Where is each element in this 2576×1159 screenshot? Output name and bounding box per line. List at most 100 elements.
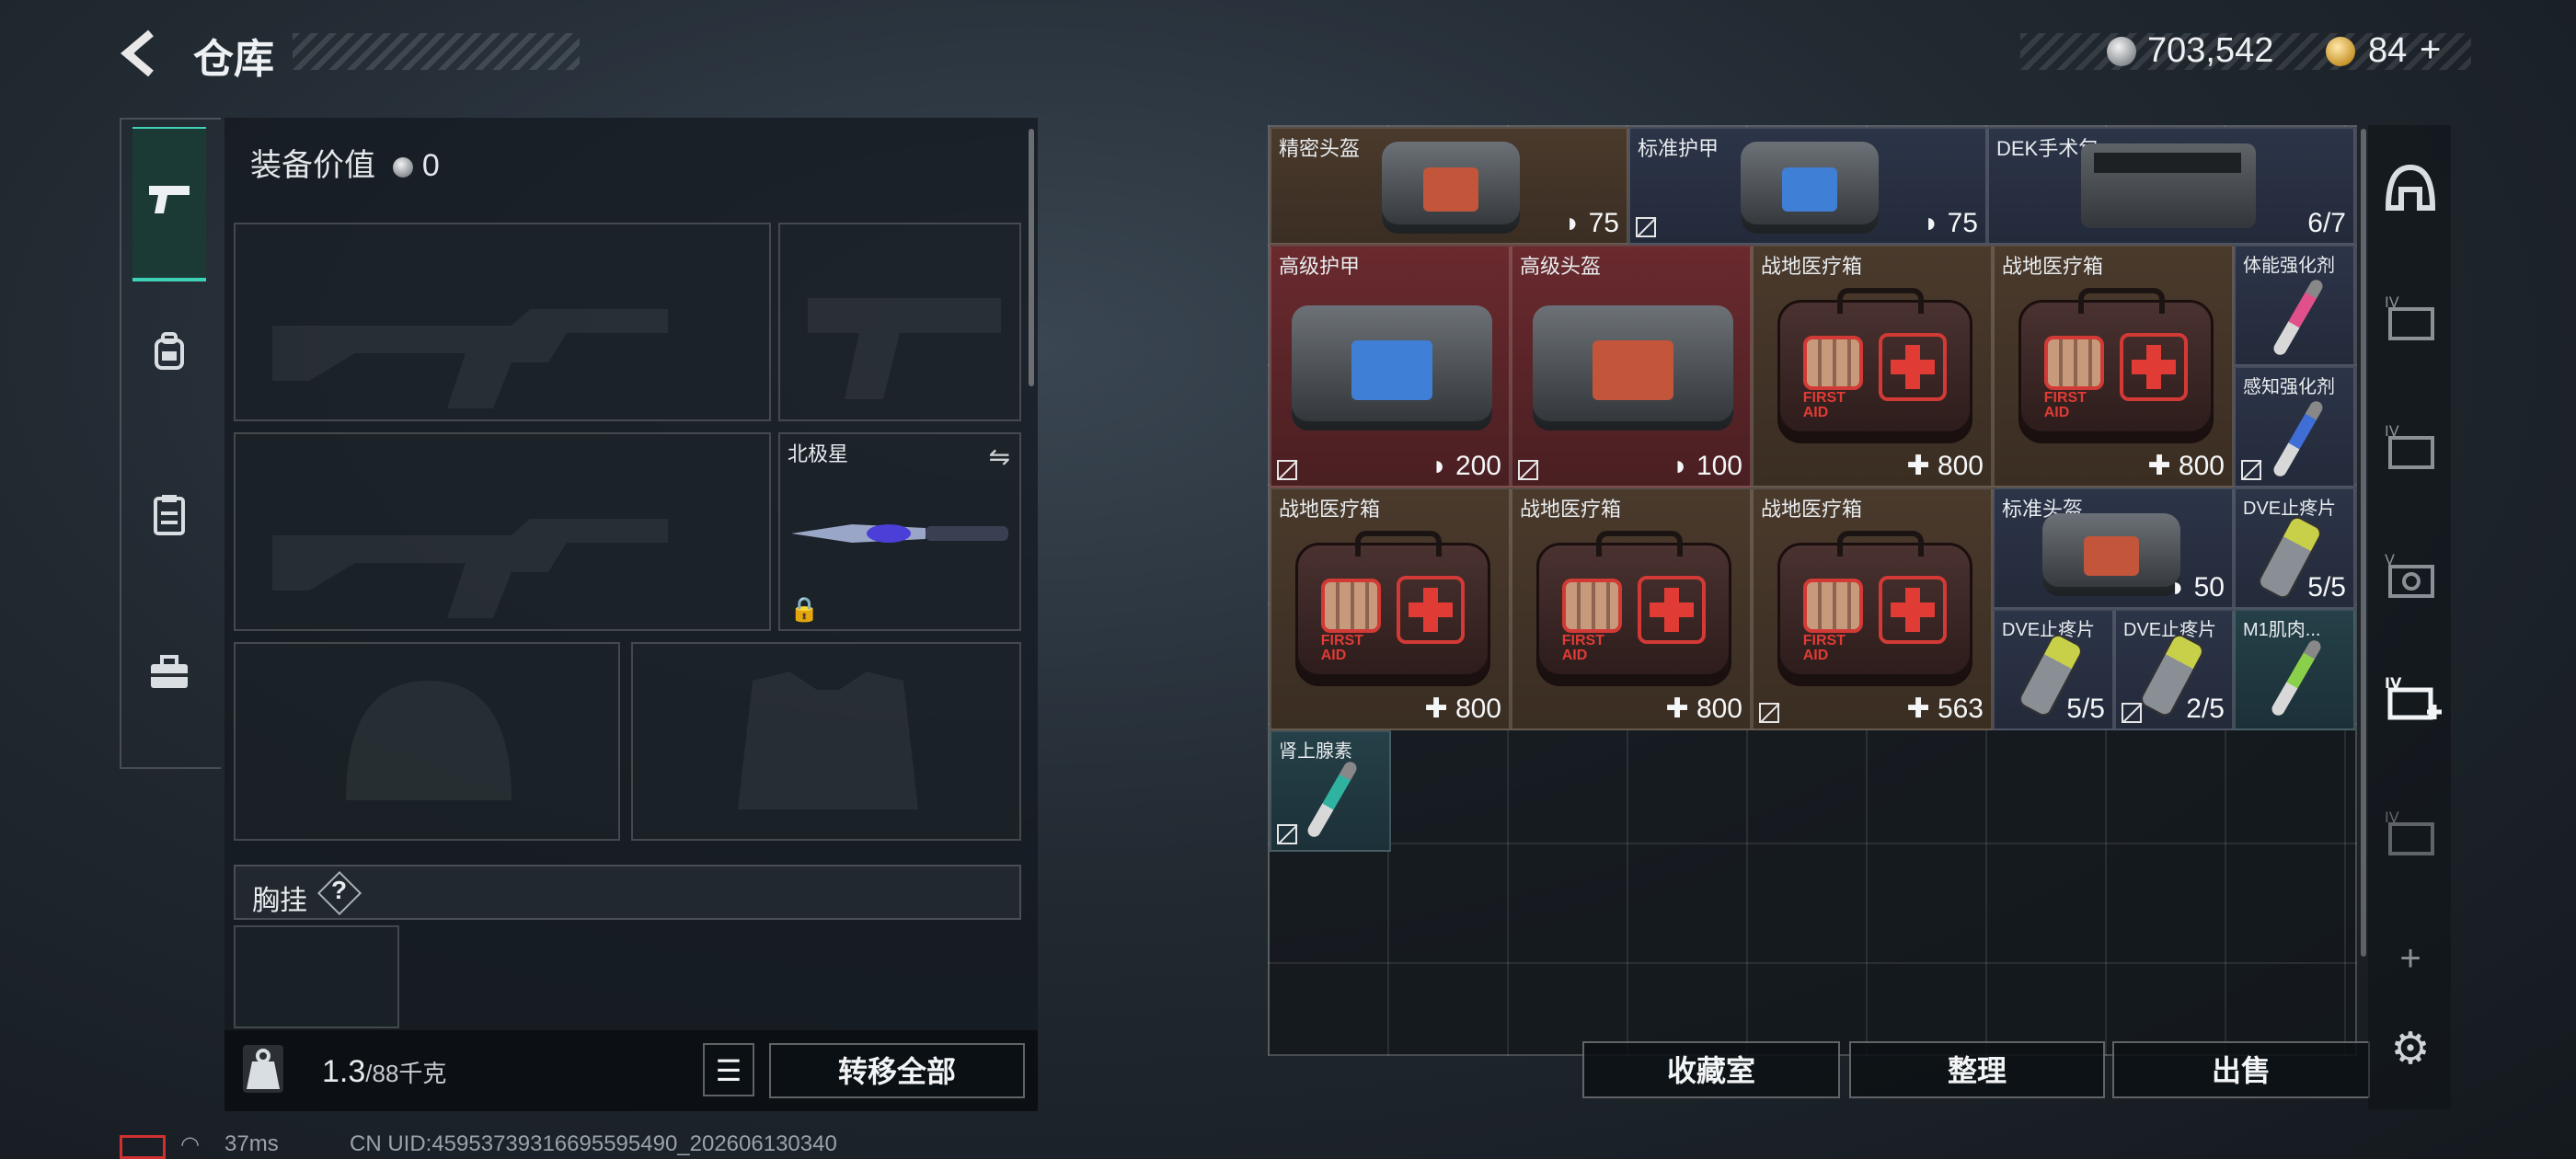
medkit-icon: FIRST AID [1777,531,1972,686]
collection-room-button[interactable]: 收藏室 [1582,1041,1840,1098]
stash-item[interactable]: 战地医疗箱 FIRST AID ✚ 800 [1752,245,1993,488]
add-gold-button[interactable]: + [2420,29,2441,71]
melee-slot[interactable]: 北极星 ⇋ 🔒 [778,432,1021,631]
transfer-all-button[interactable]: 转移全部 [769,1043,1025,1098]
syringe-icon [1305,759,1360,840]
tab-weapons[interactable] [132,127,206,281]
equipment-value-number: 0 [421,148,440,183]
armor-bag-icon [1741,142,1879,234]
item-value: 2/5 [2186,694,2225,724]
primary-weapon-slot[interactable] [234,223,771,421]
stash-item[interactable]: 战地医疗箱 FIRST AID ✚ 800 [1511,488,1752,730]
equipment-value: 装备价值 0 [250,140,440,185]
stash-item[interactable]: DEK手术包 6/7 [1987,127,2355,245]
medkit-icon: FIRST AID [1536,531,1731,686]
stash-iv-icon[interactable]: IV [2383,806,2438,866]
item-value: ✚ 563 [1906,694,1984,724]
helmet-bag-icon [1533,305,1733,430]
stash-v-icon[interactable]: V [2383,548,2438,609]
syringe-icon [2269,637,2324,718]
stash-iv-icon[interactable]: IV [2383,419,2438,480]
stash-item[interactable]: 感知强化剂 [2234,366,2355,488]
stash-scrollbar[interactable] [2361,129,2366,957]
equipment-value-label: 装备价值 [250,148,375,183]
stash-item[interactable]: 肾上腺素 [1270,730,1391,852]
helmet-silhouette-icon [346,681,512,800]
help-mark: ? [331,876,348,904]
armor-bag-icon [1292,305,1492,430]
medkit-icon: FIRST AID [1777,288,1972,443]
item-name: 战地医疗箱 [1520,498,1622,521]
item-name: M1肌肉... [2243,620,2321,640]
melee-name: 北极星 [788,442,849,465]
stash-iv-medical-icon[interactable]: IV [2383,671,2442,736]
backpack-icon [132,331,206,381]
no-trade-icon [2241,460,2261,480]
tab-backpack[interactable] [132,331,206,381]
shield-icon: ◗ [1564,208,1581,238]
settings-gear-icon[interactable]: ⚙ [2383,1023,2438,1074]
helmet-bag-icon [2042,513,2180,596]
stash-item[interactable]: M1肌肉... [2234,609,2355,730]
back-arrow-icon[interactable] [118,28,164,79]
secondary-weapon-slot[interactable] [234,432,771,631]
swap-icon[interactable]: ⇋ [989,442,1010,472]
no-trade-icon [1636,217,1656,237]
sidearm-slot[interactable] [778,223,1021,421]
uid-readout: CN UID:45953739316695595490_202606130340 [350,1131,837,1156]
chest-rig-header: 胸挂 ? [234,865,1021,920]
sell-button[interactable]: 出售 [2112,1041,2370,1098]
medkit-icon: FIRST AID [2018,288,2214,443]
stash-item[interactable]: 高级护甲 ◗ 200 [1270,245,1511,488]
shield-icon: ◗ [2169,572,2187,602]
stash-iv-icon[interactable]: IV [2383,291,2438,351]
silver-coin-icon [393,157,414,178]
helmet-slot[interactable] [234,642,620,841]
stash-item[interactable]: 战地医疗箱 FIRST AID ✚ 563 [1752,488,1993,730]
stash-item[interactable]: 战地医疗箱 FIRST AID ✚ 800 [1993,245,2234,488]
weight-max: /88千克 [365,1060,447,1087]
list-view-button[interactable]: ☰ [703,1043,754,1096]
item-name: DVE止疼片 [2002,620,2096,640]
armor-slot[interactable] [631,642,1021,841]
no-trade-icon [1759,703,1779,723]
item-value: 5/5 [2307,572,2346,602]
wifi-icon: ◠ [180,1132,200,1157]
chest-rig-label: 胸挂 [252,886,307,916]
list-icon: ☰ [715,1054,742,1087]
weight-current: 1.3 [322,1054,366,1089]
item-value: 5/5 [2066,694,2105,724]
stash-item[interactable]: 标准头盔 ◗ 50 [1993,488,2234,609]
stash-item[interactable]: 体能强化剂 [2234,245,2355,366]
item-value: ◗ 100 [1672,451,1742,481]
plus-icon: ✚ [1665,694,1689,724]
no-trade-icon [1518,460,1538,480]
equipment-scrollbar[interactable] [1029,129,1034,386]
item-name: 感知强化剂 [2243,377,2335,397]
stash-item[interactable]: DVE止疼片 5/5 [2234,488,2355,609]
tab-toolbox[interactable] [132,655,206,699]
tab-vest[interactable] [132,493,206,545]
item-name: 精密头盔 [1279,137,1361,160]
stash-item[interactable]: 战地医疗箱 FIRST AID ✚ 800 [1270,488,1511,730]
sort-button[interactable]: 整理 [1849,1041,2105,1098]
plus-icon: ✚ [2147,451,2171,481]
helmet-icon[interactable] [2383,162,2438,223]
syringe-icon [2271,277,2326,358]
add-stash-button[interactable]: + [2383,938,2438,980]
chest-rig-slot[interactable] [234,925,399,1028]
stash-item[interactable]: 高级头盔 ◗ 100 [1511,245,1752,488]
gold-amount: 84 [2368,31,2408,70]
item-name: 战地医疗箱 [2002,255,2104,278]
item-name: 战地医疗箱 [1761,255,1863,278]
item-name: 高级护甲 [1279,255,1361,278]
stash-item[interactable]: DVE止疼片 2/5 [2114,609,2234,730]
stash-item[interactable]: DVE止疼片 5/5 [1993,609,2114,730]
kg-weight-icon [243,1045,283,1093]
pistol-icon [132,180,206,226]
stash-item[interactable]: 标准护甲 ◗ 75 [1628,127,1987,245]
battery-icon [120,1135,166,1159]
syringe-icon [2271,398,2326,479]
stash-item[interactable]: 精密头盔 ◗ 75 [1270,127,1628,245]
surgery-kit-icon [2081,143,2256,228]
